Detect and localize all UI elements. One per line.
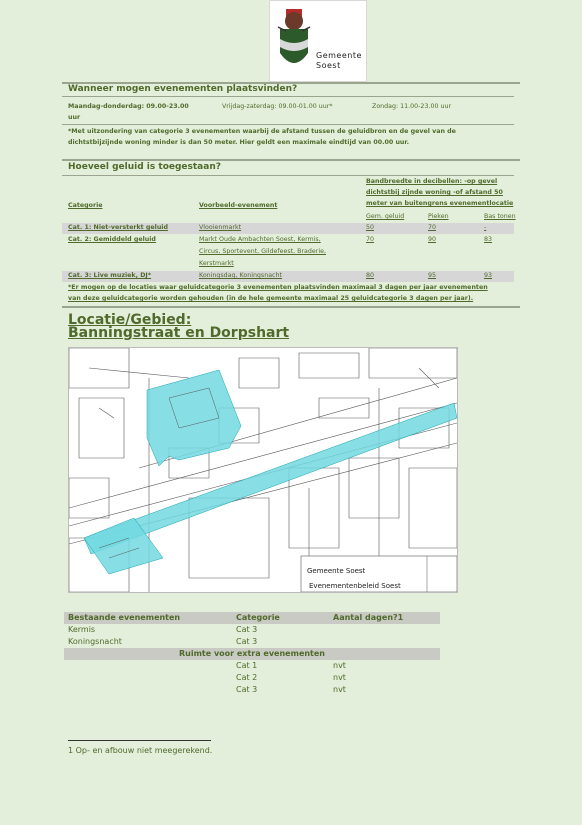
row2-bass: 83 <box>484 236 493 243</box>
row3-avg: 80 <box>366 272 375 279</box>
divider <box>62 159 520 161</box>
divider <box>62 306 520 308</box>
row2-example-line1: Markt Oude Ambachten Soest, Kermis, <box>199 236 321 243</box>
weekday-hours-suffix: uur <box>68 114 81 121</box>
existing-event-2: Koningsnacht <box>68 637 122 646</box>
divider <box>62 124 514 125</box>
col-avg: Gem. geluid <box>366 213 405 220</box>
extra-cat-1: Cat 1 <box>236 661 258 670</box>
existing-event-1-cat: Cat 3 <box>236 625 258 634</box>
bandwidth-line3: meter van buitengrens evenementlocatie <box>366 200 514 207</box>
extra-days-1: nvt <box>333 661 346 670</box>
friday-hours: Vrijdag-zaterdag: 09.00-01.00 uur* <box>222 103 333 110</box>
col-category: Categorie <box>68 202 103 209</box>
row3-category: Cat. 3: Live muziek, DJ* <box>68 272 152 279</box>
row2-example-line2: Circus, Sportevent, Gildefeest, Braderie… <box>199 248 326 255</box>
divider <box>62 175 514 176</box>
existing-event-2-cat: Cat 3 <box>236 637 258 646</box>
col-example: Voorbeeld-evenement <box>199 202 278 209</box>
extra-days-2: nvt <box>333 673 346 682</box>
sound-footnote-line1: *Er mogen op de locaties waar geluidcate… <box>68 284 488 291</box>
existing-event-1: Kermis <box>68 625 96 634</box>
soest-coat-of-arms-icon <box>277 9 311 63</box>
weekday-hours: Maandag-donderdag: 09.00-23.00 <box>68 103 189 110</box>
row1-category: Cat. 1: Niet-versterkt geluid <box>68 224 168 231</box>
row1-peak: 70 <box>428 224 437 231</box>
logo-line2: Soest <box>316 61 341 70</box>
row3-bass: 93 <box>484 272 493 279</box>
when-title: Wanneer mogen evenementen plaatsvinden? <box>68 84 298 94</box>
extra-cat-3: Cat 3 <box>236 685 258 694</box>
location-map: Gemeente Soest Evenementenbeleid Soest <box>68 347 458 593</box>
hours-note-line1: *Met uitzondering van categorie 3 evenem… <box>68 128 456 135</box>
sound-footnote-line2: van deze geluidcategorie worden gehouden… <box>68 295 474 302</box>
bandwidth-line2: dichtstbij zijnde woning -of afstand 50 <box>366 189 503 196</box>
bandwidth-line1: Bandbreedte in decibellen: -op gevel <box>366 178 498 185</box>
header-category: Categorie <box>236 613 280 622</box>
row1-example: Vlooienmarkt <box>199 224 242 231</box>
row3-peak: 95 <box>428 272 437 279</box>
extra-cat-2: Cat 2 <box>236 673 258 682</box>
row2-category: Cat. 2: Gemiddeld geluid <box>68 236 156 243</box>
map-caption: Evenementenbeleid Soest <box>309 582 401 590</box>
gemeente-soest-logo: Gemeente Soest <box>269 0 367 82</box>
sunday-hours: Zondag: 11.00-23.00 uur <box>372 103 452 110</box>
sound-title: Hoeveel geluid is toegestaan? <box>68 162 221 172</box>
hours-note-line2: dichtstbijzijnde woning minder is dan 50… <box>68 139 410 146</box>
row1-bass: - <box>484 224 487 231</box>
logo-line1: Gemeente <box>316 51 362 60</box>
header-existing: Bestaande evenementen <box>68 613 181 622</box>
col-peak: Pieken <box>428 213 449 220</box>
footnote-rule <box>68 740 211 741</box>
footnote: 1 Op- en afbouw niet meegerekend. <box>68 746 213 755</box>
extra-space-label: Ruimte voor extra evenementen <box>178 649 326 658</box>
row2-peak: 90 <box>428 236 437 243</box>
map-brand: Gemeente Soest <box>307 567 366 575</box>
header-days: Aantal dagen?1 <box>333 613 404 622</box>
map-drawing <box>69 348 457 592</box>
row1-avg: 50 <box>366 224 375 231</box>
row3-example: Koningsdag, Koningsnacht <box>199 272 282 279</box>
divider <box>62 96 514 97</box>
extra-days-3: nvt <box>333 685 346 694</box>
row2-avg: 70 <box>366 236 375 243</box>
row2-example-line3: Kerstmarkt <box>199 260 234 267</box>
col-bass: Bas tonen <box>484 213 516 220</box>
location-title-line2: Banningstraat en Dorpshart <box>68 325 290 341</box>
